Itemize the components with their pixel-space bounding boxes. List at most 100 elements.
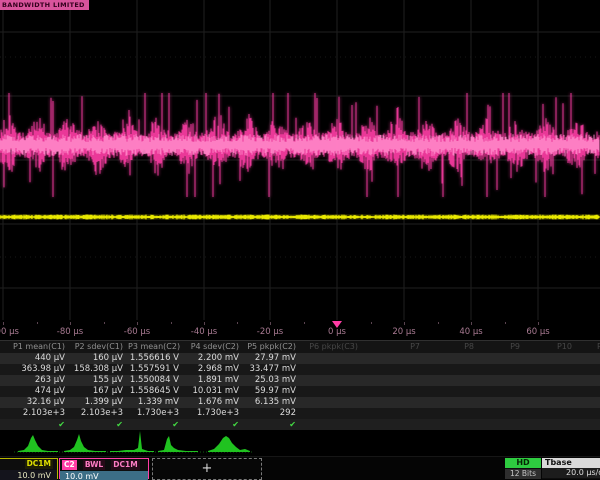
meas-cell: 27.97 mV [244,353,301,364]
meas-row-num: 2.103e+32.103e+31.730e+31.730e+3292 [0,408,600,419]
time-tick-label: -100 µs [0,327,19,337]
meas-header-p7[interactable]: P7 [363,341,425,353]
meas-row-min: 263 µV155 µV1.550084 V1.891 mV25.03 mV [0,375,600,386]
axis-tick [137,322,138,325]
meas-cell [479,386,525,397]
meas-cell [363,364,425,375]
meas-cell [525,353,577,364]
meas-cell: 263 µV [0,375,70,386]
meas-header-p5[interactable]: P5 pkpk(C2) [244,341,301,353]
status-check-icon [425,419,479,430]
meas-cell [525,386,577,397]
axis-minor-tick [104,322,105,324]
oscilloscope-screen: BANDWIDTH LIMITED -100 µs-80 µs-60 µs-40… [0,0,600,480]
axis-minor-tick [371,322,372,324]
meas-header-p10[interactable]: P10 [525,341,577,353]
meas-cell [425,386,479,397]
hd-mode-box[interactable]: HD 12 Bits [505,458,541,479]
P1-histicon[interactable] [18,435,58,452]
meas-cell [363,353,425,364]
meas-cell [577,375,600,386]
axis-minor-tick [37,322,38,324]
meas-cell [525,364,577,375]
waveform-graticule[interactable] [0,0,600,322]
meas-cell [577,408,600,419]
add-trace-button[interactable]: + [152,458,262,480]
meas-header-p8[interactable]: P8 [425,341,479,353]
axis-tick [70,322,71,325]
time-tick-label: 60 µs [526,327,549,337]
meas-cell: 363.98 µV [0,364,70,375]
meas-cell: 10.031 mV [184,386,244,397]
meas-cell: 1.558645 V [128,386,184,397]
time-tick-label: -60 µs [124,327,150,337]
meas-header-p9[interactable]: P9 [479,341,525,353]
meas-cell: 2.103e+3 [0,408,70,419]
meas-cell [577,397,600,408]
axis-tick [3,322,4,325]
P4-histicon[interactable] [158,436,198,452]
meas-cell: 1.399 µV [70,397,128,408]
meas-cell [525,408,577,419]
meas-row-mean: 363.98 µV158.308 µV1.557591 V2.968 mV33.… [0,364,600,375]
meas-cell: 474 µV [0,386,70,397]
P2-histicon[interactable] [64,434,106,452]
axis-tick [471,322,472,325]
status-check-icon [301,419,363,430]
plus-icon: + [202,461,213,476]
meas-cell: 158.308 µV [70,364,128,375]
meas-cell [525,397,577,408]
P5-histicon[interactable] [208,436,250,452]
meas-cell [363,375,425,386]
meas-cell [525,375,577,386]
meas-header-p6[interactable]: P6 pkpk(C3) [301,341,363,353]
meas-cell [577,364,600,375]
meas-cell [425,364,479,375]
meas-row-value: 440 µV160 µV1.556616 V2.200 mV27.97 mV [0,353,600,364]
status-check-icon [577,419,600,430]
meas-header-p4[interactable]: P4 sdev(C2) [184,341,244,353]
axis-minor-tick [171,322,172,324]
c2-channel-label: C2 [62,460,77,470]
meas-header-p3[interactable]: P3 mean(C2) [128,341,184,353]
meas-cell [479,408,525,419]
hd-badge: HD [505,458,541,468]
channel-descriptor-c2[interactable]: C2 BWL DC1M 10.0 mV [59,458,149,479]
axis-tick [404,322,405,325]
P3-histicon[interactable] [110,431,154,452]
meas-cell [425,353,479,364]
status-check-icon: ✔ [184,419,244,430]
meas-header-p2[interactable]: P2 sdev(C1) [70,341,128,353]
meas-cell [301,397,363,408]
meas-cell [425,375,479,386]
status-check-icon [363,419,425,430]
bandwidth-limited-badge: BANDWIDTH LIMITED [0,0,89,10]
c2-coupling-badge: DC1M [111,460,139,470]
timebase-descriptor[interactable]: Tbase 20.0 µs/div [542,458,600,479]
c1-trace [0,215,599,220]
meas-header-p11[interactable]: P11 [577,341,600,353]
bottom-bar: DC1M 10.0 mV C2 BWL DC1M 10.0 mV + HD 12… [0,456,600,480]
axis-tick [538,322,539,325]
hd-bits-label: 12 Bits [505,469,541,479]
meas-cell: 440 µV [0,353,70,364]
trigger-position-marker[interactable] [332,321,342,328]
meas-row-sdev: 32.16 µV1.399 µV1.339 mV1.676 mV6.135 mV [0,397,600,408]
meas-row-status: ✔✔✔✔✔ [0,419,600,430]
meas-cell [363,408,425,419]
meas-cell: 2.103e+3 [70,408,128,419]
meas-cell [479,353,525,364]
meas-cell: 1.339 mV [128,397,184,408]
meas-cell: 292 [244,408,301,419]
time-axis: -100 µs-80 µs-60 µs-40 µs-20 µs0 µs20 µs… [0,320,600,340]
channel-descriptor-c1[interactable]: DC1M 10.0 mV [0,458,58,479]
meas-cell: 25.03 mV [244,375,301,386]
c1-vertical-scale: 10.0 mV [0,470,57,480]
time-tick-label: -20 µs [257,327,283,337]
meas-cell: 59.97 mV [244,386,301,397]
c1-coupling-badge: DC1M [25,459,53,469]
meas-cell: 33.477 mV [244,364,301,375]
meas-cell [577,353,600,364]
axis-tick [204,322,205,325]
meas-header-p1[interactable]: P1 mean(C1) [0,341,70,353]
